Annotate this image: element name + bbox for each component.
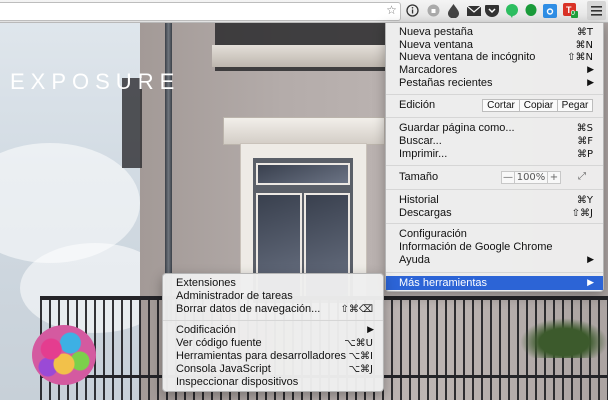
menu-separator	[386, 117, 603, 118]
menu-item-label: Herramientas para desarrolladores	[176, 350, 346, 362]
zoom-level: 100%	[514, 171, 548, 184]
menu-item-label: Ver código fuente	[176, 337, 262, 349]
star-icon[interactable]: ☆	[384, 3, 399, 18]
zoom-in-button[interactable]: +	[547, 171, 561, 184]
menu-separator	[386, 223, 603, 224]
menu-item-label: Nueva pestaña	[399, 26, 473, 38]
menu-item-save-page[interactable]: Guardar página como... ⌘S	[386, 122, 603, 135]
menu-item-label: Buscar...	[399, 135, 442, 147]
menu-item-label: Inspeccionar dispositivos	[176, 376, 299, 388]
menu-item-more-tools[interactable]: Más herramientas ▶	[386, 276, 603, 290]
menu-separator	[386, 94, 603, 95]
menu-item-downloads[interactable]: Descargas ⇧⌘J	[386, 207, 603, 220]
menu-item-label: Codificación	[176, 324, 236, 336]
submenu-item-inspect-devices[interactable]: Inspeccionar dispositivos	[163, 376, 383, 389]
menu-item-history[interactable]: Historial ⌘Y	[386, 194, 603, 207]
submenu-arrow-icon: ▶	[587, 278, 594, 288]
submenu-item-clear-data[interactable]: Borrar datos de navegación... ⇧⌘⌫	[163, 303, 383, 316]
menu-item-new-tab[interactable]: Nueva pestaña ⌘T	[386, 26, 603, 39]
menu-item-bookmarks[interactable]: Marcadores ▶	[386, 64, 603, 77]
zoom-out-button[interactable]: —	[501, 171, 515, 184]
menu-item-label: Ayuda	[399, 254, 430, 266]
mail-icon[interactable]	[466, 3, 481, 18]
submenu-arrow-icon: ▶	[367, 325, 374, 335]
menu-item-label: Marcadores	[399, 64, 458, 76]
fullscreen-icon[interactable]: ⤢	[574, 171, 590, 184]
menu-item-shortcut: ⇧⌘⌫	[340, 304, 373, 315]
lastpass-icon[interactable]	[426, 3, 441, 18]
menu-item-label: Consola JavaScript	[176, 363, 271, 375]
submenu-arrow-icon: ▶	[587, 78, 594, 88]
submenu-item-extensions[interactable]: Extensiones	[163, 277, 383, 290]
menu-item-label: Historial	[399, 194, 439, 206]
cut-button[interactable]: Cortar	[482, 99, 520, 112]
menu-row-zoom: Tamaño — 100% + ⤢	[386, 171, 603, 184]
info-icon[interactable]	[405, 3, 420, 18]
menu-item-about[interactable]: Información de Google Chrome	[386, 241, 603, 254]
menu-icon[interactable]	[587, 1, 606, 20]
menu-item-label: Descargas	[399, 207, 452, 219]
menu-item-shortcut: ⇧⌘N	[567, 52, 593, 63]
menu-item-recent-tabs[interactable]: Pestañas recientes ▶	[386, 77, 603, 90]
more-tools-submenu: Extensiones Administrador de tareas Borr…	[162, 273, 384, 392]
menu-item-settings[interactable]: Configuración	[386, 228, 603, 241]
camera-icon[interactable]	[542, 3, 557, 18]
submenu-item-js-console[interactable]: Consola JavaScript ⌥⌘J	[163, 363, 383, 376]
browser-toolbar: ☆ T 0	[0, 0, 608, 23]
address-bar[interactable]	[0, 2, 401, 21]
submenu-item-task-manager[interactable]: Administrador de tareas	[163, 290, 383, 303]
menu-item-shortcut: ⌘T	[576, 27, 593, 38]
flower-basket	[32, 325, 96, 385]
chrome-menu: Nueva pestaña ⌘T Nueva ventana ⌘N Nueva ve…	[385, 22, 604, 292]
menu-item-shortcut: ⌘S	[576, 123, 593, 134]
menu-item-shortcut: ⌘F	[577, 136, 593, 147]
menu-item-label: Administrador de tareas	[176, 290, 293, 302]
submenu-item-encoding[interactable]: Codificación ▶	[163, 324, 383, 337]
menu-separator	[386, 189, 603, 190]
window-lintel	[223, 117, 385, 145]
menu-item-shortcut: ⌥⌘J	[348, 364, 373, 375]
menu-item-label: Extensiones	[176, 277, 236, 289]
menu-item-incognito[interactable]: Nueva ventana de incógnito ⇧⌘N	[386, 51, 603, 64]
menu-separator	[386, 165, 603, 166]
menu-item-shortcut: ⌘Y	[576, 195, 593, 206]
submenu-item-devtools[interactable]: Herramientas para desarrolladores ⌥⌘I	[163, 350, 383, 363]
drop-icon[interactable]	[446, 3, 461, 18]
menu-item-shortcut: ⇧⌘J	[571, 208, 593, 219]
submenu-arrow-icon: ▶	[587, 65, 594, 75]
menu-item-label: Más herramientas	[399, 277, 488, 289]
menu-item-shortcut: ⌥⌘U	[344, 338, 373, 349]
edit-label: Edición	[399, 99, 436, 111]
submenu-item-view-source[interactable]: Ver código fuente ⌥⌘U	[163, 337, 383, 350]
menu-item-find[interactable]: Buscar... ⌘F	[386, 135, 603, 148]
menu-item-label: Borrar datos de navegación...	[176, 303, 321, 315]
menu-item-label: Guardar página como...	[399, 122, 515, 134]
todoist-badge: 0	[571, 10, 575, 17]
menu-item-label: Información de Google Chrome	[399, 241, 553, 253]
menu-item-label: Pestañas recientes	[399, 77, 493, 89]
menu-separator	[386, 272, 603, 273]
menu-item-print[interactable]: Imprimir... ⌘P	[386, 148, 603, 161]
submenu-arrow-icon: ▶	[587, 255, 594, 265]
upper-balcony-slab	[212, 45, 387, 67]
menu-separator	[163, 320, 383, 321]
menu-item-help[interactable]: Ayuda ▶	[386, 254, 603, 267]
chat-icon[interactable]	[523, 3, 538, 18]
menu-item-label: Imprimir...	[399, 148, 448, 160]
evernote-icon[interactable]	[504, 3, 519, 18]
copy-button[interactable]: Copiar	[519, 99, 558, 112]
menu-row-edit: Edición Cortar Copiar Pegar	[386, 99, 603, 112]
paste-button[interactable]: Pegar	[557, 99, 593, 112]
site-logo[interactable]: EXPOSURE	[10, 69, 180, 95]
menu-item-shortcut: ⌘P	[576, 149, 593, 160]
menu-item-label: Configuración	[399, 228, 467, 240]
menu-item-label: Nueva ventana de incógnito	[399, 51, 536, 63]
pocket-icon[interactable]	[484, 3, 499, 18]
window-transom	[256, 163, 350, 185]
menu-item-shortcut: ⌥⌘I	[348, 351, 373, 362]
plant	[520, 318, 608, 358]
zoom-label: Tamaño	[399, 171, 439, 183]
